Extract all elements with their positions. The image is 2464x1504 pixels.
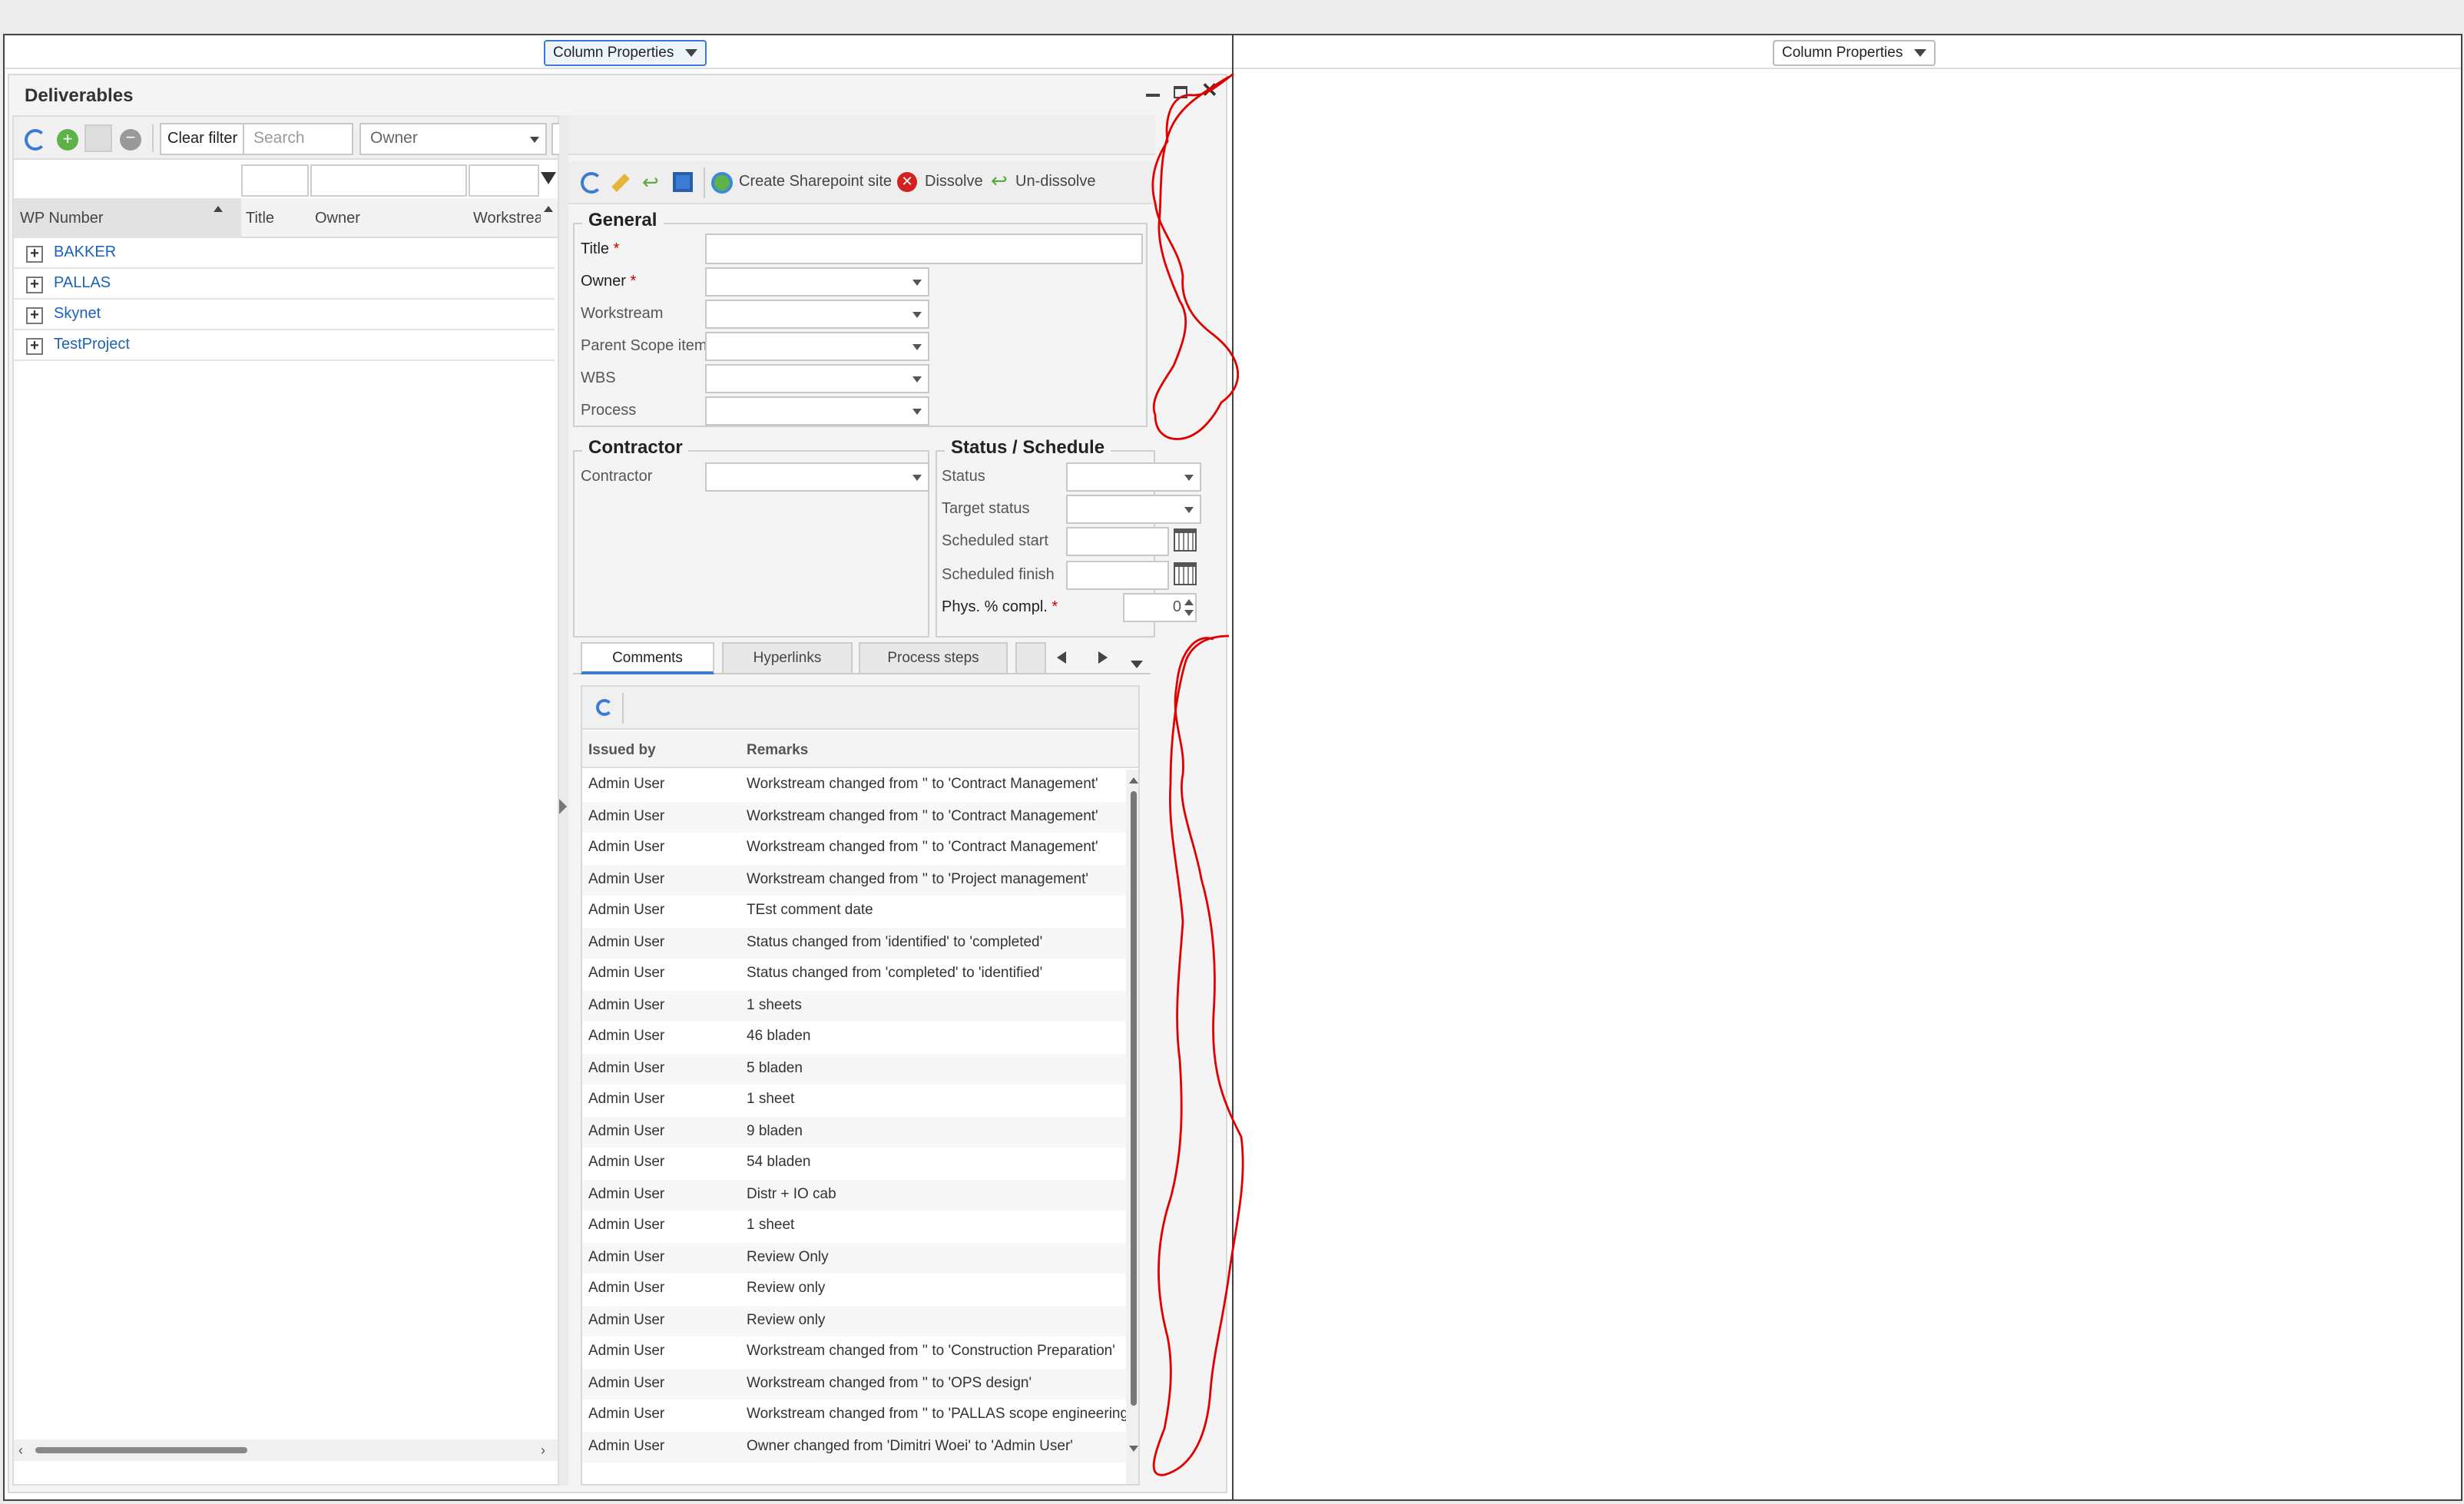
annotation-circle-bottom: [1152, 634, 1244, 1476]
annotation-overlay: [1151, 72, 1244, 1476]
annotation-circle-top: [1151, 72, 1240, 440]
